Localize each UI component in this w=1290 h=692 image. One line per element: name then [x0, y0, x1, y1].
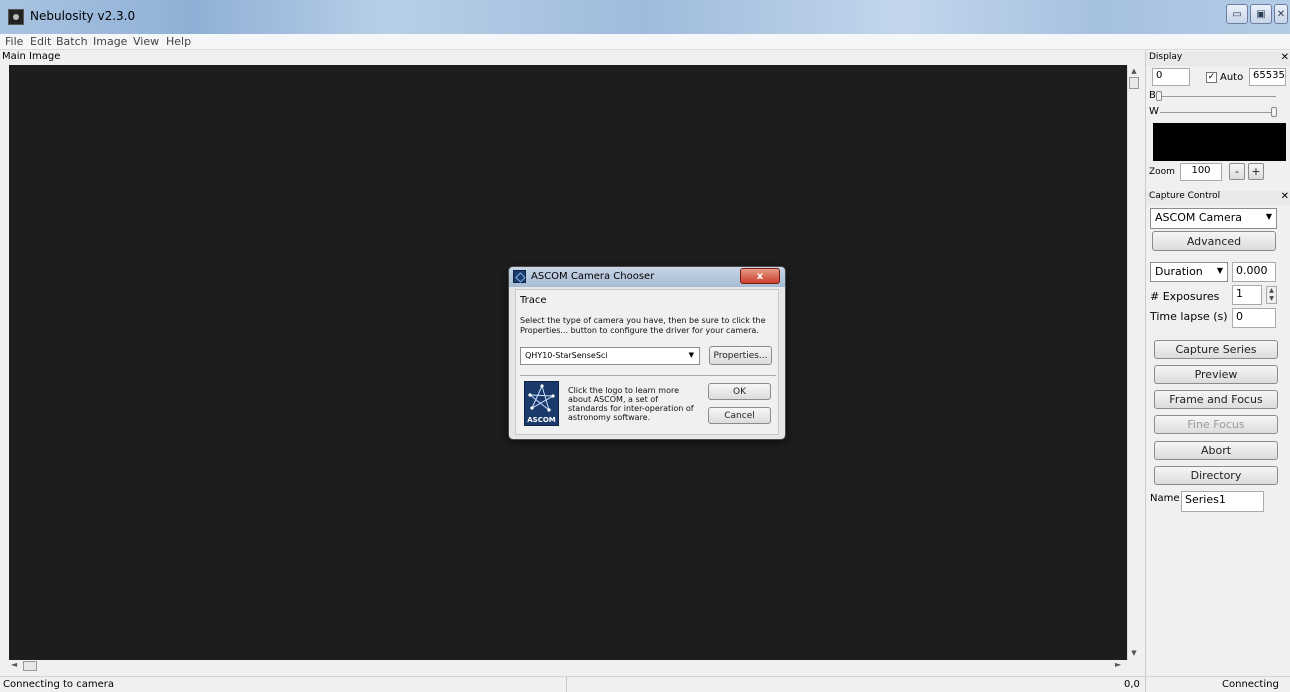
menu-view[interactable]: View [133, 35, 159, 48]
capture-panel-header: Capture Control ✕ [1146, 191, 1290, 205]
zoom-out-button[interactable]: - [1229, 163, 1245, 180]
close-window-button[interactable]: ✕ [1274, 4, 1288, 24]
camera-select-value: ASCOM Camera [1155, 211, 1243, 224]
right-panel: Display ✕ 0 ✓ Auto 65535 B W Zoom 100 - … [1145, 50, 1290, 676]
title-bar: Nebulosity v2.3.0 ▭ ▣ ✕ [0, 0, 1290, 34]
abort-button[interactable]: Abort [1154, 441, 1278, 460]
series-name-field[interactable]: Series1 [1181, 491, 1264, 512]
white-slider-label: W [1149, 106, 1159, 117]
scroll-right-icon[interactable]: ► [1115, 660, 1121, 669]
main-image-label: Main Image [2, 51, 61, 62]
chevron-down-icon: ▼ [1265, 212, 1272, 221]
vertical-scroll-thumb[interactable] [1129, 77, 1139, 89]
status-message: Connecting to camera [3, 679, 114, 690]
fine-focus-button[interactable]: Fine Focus [1154, 415, 1278, 434]
menu-file[interactable]: File [5, 35, 23, 48]
series-name-label: Name [1150, 493, 1180, 504]
properties-button[interactable]: Properties... [709, 346, 772, 365]
maximize-button[interactable]: ▣ [1250, 4, 1272, 24]
camera-driver-select[interactable]: QHY10-StarSenseSci ▼ [520, 347, 700, 365]
status-connection: Connecting [1222, 679, 1279, 690]
preview-button[interactable]: Preview [1154, 365, 1278, 384]
auto-label: Auto [1220, 72, 1244, 83]
camera-select[interactable]: ASCOM Camera ▼ [1150, 208, 1277, 229]
trace-menu[interactable]: Trace [520, 295, 547, 306]
dialog-title: ASCOM Camera Chooser [531, 271, 655, 282]
vertical-scrollbar[interactable]: ▲ ▼ [1127, 65, 1140, 660]
exposures-label: # Exposures [1150, 290, 1220, 303]
advanced-button[interactable]: Advanced [1152, 231, 1276, 251]
status-divider [566, 677, 567, 692]
chevron-down-icon: ▼ [1216, 266, 1223, 275]
zoom-label: Zoom [1149, 167, 1175, 177]
display-panel-header: Display ✕ [1146, 52, 1290, 66]
status-divider [1145, 677, 1146, 692]
horizontal-scrollbar[interactable]: ◄ ► [9, 660, 1127, 672]
capture-series-button[interactable]: Capture Series [1154, 340, 1278, 359]
menu-edit[interactable]: Edit [30, 35, 51, 48]
ascom-icon [513, 270, 526, 283]
scroll-down-icon[interactable]: ▼ [1128, 649, 1140, 657]
minimize-button[interactable]: ▭ [1226, 4, 1248, 24]
histogram-display [1153, 123, 1286, 161]
frame-and-focus-button[interactable]: Frame and Focus [1154, 390, 1278, 409]
capture-panel-title: Capture Control [1149, 191, 1221, 201]
auto-checkbox[interactable]: ✓ [1206, 72, 1217, 83]
status-coordinates: 0,0 [1124, 679, 1140, 690]
status-bar: Connecting to camera 0,0 Connecting [0, 676, 1290, 692]
white-slider-track[interactable] [1160, 112, 1276, 113]
timelapse-label: Time lapse (s) [1150, 310, 1228, 323]
black-slider-track[interactable] [1160, 96, 1276, 97]
menu-batch[interactable]: Batch [56, 35, 88, 48]
ascom-blurb: Click the logo to learn more about ASCOM… [568, 386, 694, 422]
app-icon [8, 9, 24, 25]
timelapse-field[interactable]: 0 [1232, 308, 1276, 328]
menu-bar: File Edit Batch Image View Help [0, 34, 1290, 50]
exposures-field[interactable]: 1 [1232, 285, 1262, 305]
display-panel-close-icon[interactable]: ✕ [1281, 52, 1289, 63]
menu-image[interactable]: Image [93, 35, 127, 48]
dialog-body: Trace Select the type of camera you have… [515, 289, 779, 435]
white-slider-thumb[interactable] [1271, 107, 1277, 117]
ascom-camera-chooser-dialog: ASCOM Camera Chooser x Trace Select the … [508, 266, 786, 440]
dialog-title-bar[interactable]: ASCOM Camera Chooser x [509, 267, 785, 287]
scroll-left-icon[interactable]: ◄ [11, 660, 17, 669]
cancel-button[interactable]: Cancel [708, 407, 771, 424]
chevron-down-icon: ▼ [688, 351, 694, 359]
black-slider-thumb[interactable] [1156, 91, 1162, 101]
black-slider-label: B [1149, 90, 1156, 101]
ascom-logo[interactable]: ASCOM [524, 381, 559, 426]
zoom-in-button[interactable]: + [1248, 163, 1264, 180]
dialog-close-button[interactable]: x [740, 268, 780, 284]
camera-driver-value: QHY10-StarSenseSci [525, 351, 608, 360]
ascom-star-icon [528, 384, 555, 412]
dialog-divider [520, 375, 776, 376]
window-title: Nebulosity v2.3.0 [30, 9, 136, 23]
dialog-instructions: Select the type of camera you have, then… [520, 316, 766, 335]
directory-button[interactable]: Directory [1154, 466, 1278, 485]
display-panel-title: Display [1149, 52, 1183, 62]
white-level-field[interactable]: 65535 [1249, 68, 1286, 86]
duration-field[interactable]: 0.000 [1232, 262, 1276, 282]
capture-panel-close-icon[interactable]: ✕ [1281, 191, 1289, 202]
scroll-up-icon[interactable]: ▲ [1128, 67, 1140, 75]
horizontal-scroll-thumb[interactable] [23, 661, 37, 671]
zoom-field[interactable]: 100 [1180, 163, 1222, 181]
duration-select-label: Duration [1155, 265, 1203, 278]
exposures-spinner[interactable]: ▲ ▼ [1266, 286, 1277, 304]
ascom-logo-text: ASCOM [527, 416, 556, 424]
menu-help[interactable]: Help [166, 35, 191, 48]
duration-select[interactable]: Duration ▼ [1150, 262, 1228, 282]
ok-button[interactable]: OK [708, 383, 771, 400]
black-level-field[interactable]: 0 [1152, 68, 1190, 86]
